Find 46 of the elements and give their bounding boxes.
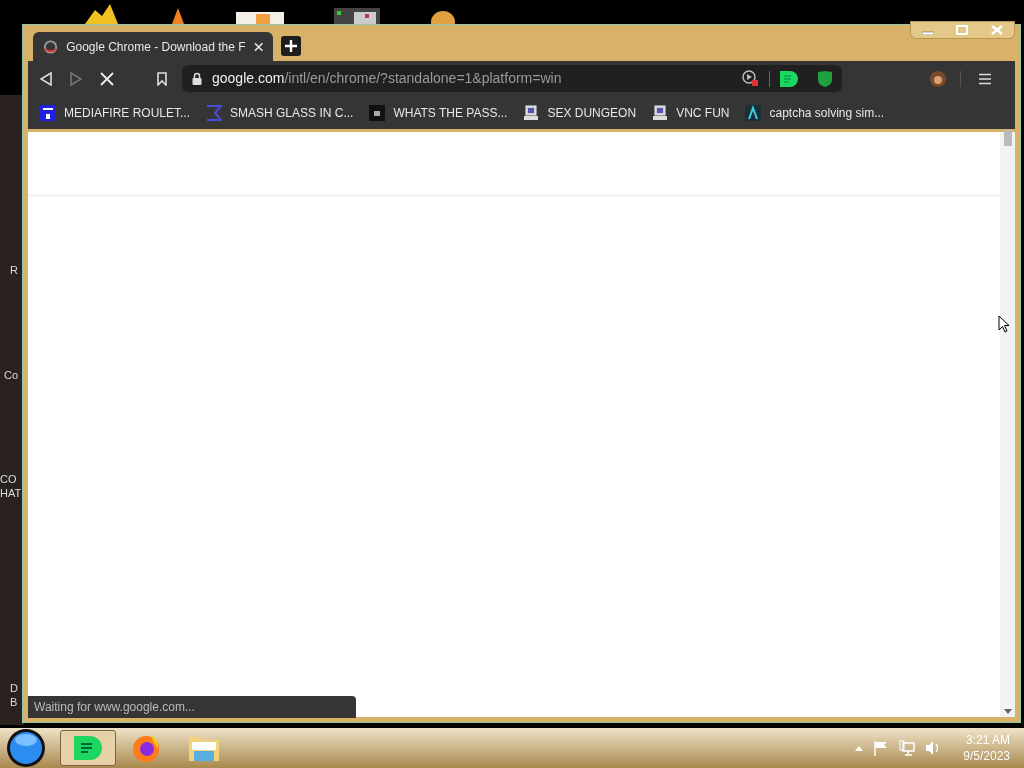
bookmark-item[interactable]: WHATS THE PASS... — [369, 103, 508, 122]
desktop-label: D — [10, 683, 18, 694]
menu-icon[interactable] — [979, 72, 991, 85]
address-bar[interactable]: google.com/intl/en/chrome/?standalone=1&platform=win — [182, 65, 842, 92]
shield-icon[interactable] — [818, 70, 832, 87]
desktop-label: CO — [0, 474, 17, 485]
bookmark-favicon-icon — [369, 104, 386, 121]
lambda-icon — [745, 104, 762, 121]
computer-icon — [652, 104, 669, 121]
back-icon[interactable] — [40, 71, 52, 86]
bookmark-item[interactable]: VNC FUN — [652, 103, 730, 122]
bookmark-item[interactable]: captcha solving sim... — [745, 103, 885, 122]
bookmark-item[interactable]: SEX DUNGEON — [523, 103, 637, 122]
bookmark-favicon-icon — [40, 104, 56, 121]
close-icon[interactable] — [253, 41, 263, 52]
sigma-icon — [206, 104, 223, 121]
desktop-icon[interactable] — [430, 10, 456, 24]
globe-icon — [43, 38, 59, 55]
desktop-label: R — [10, 265, 18, 276]
cursor-icon — [998, 315, 1010, 333]
url-text: google.com/intl/en/chrome/?standalone=1&platform=win — [212, 69, 563, 88]
bookmark-item[interactable]: MEDIAFIRE ROULET... — [40, 103, 191, 122]
scroll-thumb[interactable] — [1003, 130, 1012, 146]
forward-icon[interactable] — [70, 71, 82, 86]
extension-icon[interactable] — [742, 70, 759, 87]
desktop-label: B — [10, 697, 18, 708]
lock-icon — [192, 72, 202, 85]
desktop-label: Co — [4, 370, 19, 381]
bookmark-item[interactable]: SMASH GLASS IN C... — [206, 103, 354, 122]
stop-icon[interactable] — [100, 71, 114, 86]
scroll-down-icon[interactable] — [1003, 709, 1012, 714]
bookmark-icon[interactable] — [156, 71, 168, 86]
firefox-icon — [131, 733, 161, 763]
status-bubble: Waiting for www.google.com... — [28, 696, 356, 718]
tab-title: Google Chrome - Download the F — [66, 38, 246, 56]
start-button-icon[interactable] — [6, 728, 46, 768]
taskbar-app-button[interactable] — [60, 730, 116, 766]
scrollbar[interactable] — [1000, 132, 1015, 717]
new-tab-icon[interactable] — [281, 36, 301, 56]
chat-icon[interactable] — [780, 70, 798, 87]
computer-icon — [523, 104, 540, 121]
avatar-icon[interactable] — [930, 70, 946, 87]
desktop-label: HAT — [0, 488, 22, 499]
desktop-icon[interactable] — [334, 8, 380, 24]
browser-tab[interactable]: Google Chrome - Download the F — [33, 32, 273, 61]
chat-icon — [74, 736, 102, 760]
